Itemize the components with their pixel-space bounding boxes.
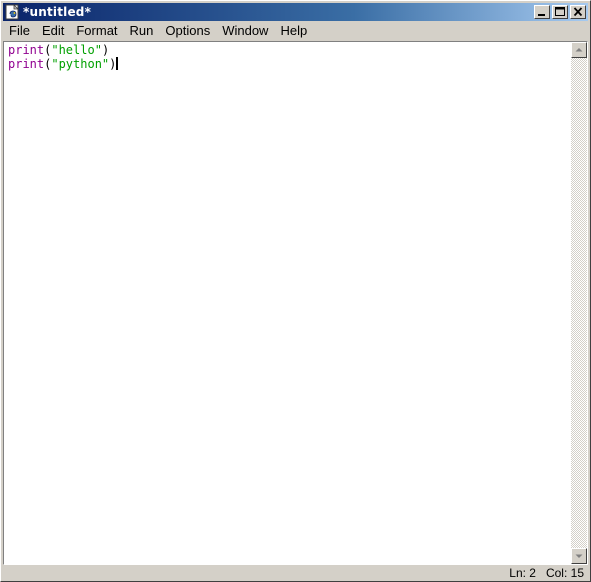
column-number: Col: 15 bbox=[545, 566, 584, 580]
scroll-down-button[interactable] bbox=[571, 548, 587, 564]
idle-editor-window: *untitled* File Edit Format Run Options … bbox=[0, 0, 591, 582]
python-idle-icon bbox=[5, 4, 19, 20]
menu-window[interactable]: Window bbox=[216, 21, 274, 40]
close-paren: ) bbox=[109, 57, 117, 71]
string-literal: "hello" bbox=[51, 43, 102, 57]
scroll-up-button[interactable] bbox=[571, 42, 587, 58]
maximize-button[interactable] bbox=[552, 5, 568, 19]
menu-help[interactable]: Help bbox=[274, 21, 313, 40]
code-line-1[interactable]: print("hello") bbox=[8, 43, 571, 57]
minimize-icon bbox=[538, 14, 545, 16]
maximize-icon bbox=[555, 7, 565, 16]
menu-bar: File Edit Format Run Options Window Help bbox=[3, 21, 588, 40]
close-button[interactable] bbox=[570, 5, 586, 19]
menu-options[interactable]: Options bbox=[159, 21, 216, 40]
editor-frame: print("hello") print("python") bbox=[3, 41, 588, 565]
menu-file[interactable]: File bbox=[3, 21, 36, 40]
menu-format[interactable]: Format bbox=[70, 21, 123, 40]
code-editor[interactable]: print("hello") print("python") bbox=[4, 42, 571, 564]
builtin-keyword: print bbox=[8, 43, 45, 57]
close-paren: ) bbox=[101, 43, 110, 57]
string-literal: "python" bbox=[51, 57, 110, 71]
window-title: *untitled* bbox=[23, 5, 92, 19]
text-cursor bbox=[116, 57, 119, 70]
line-number: Ln: 2 bbox=[509, 566, 536, 580]
close-icon bbox=[573, 7, 583, 17]
cursor-position: Ln: 2 Col: 15 bbox=[509, 565, 584, 581]
arrow-down-icon bbox=[575, 554, 583, 558]
window-controls bbox=[534, 5, 586, 19]
vertical-scrollbar[interactable] bbox=[571, 42, 587, 564]
minimize-button[interactable] bbox=[534, 5, 550, 19]
menu-run[interactable]: Run bbox=[124, 21, 160, 40]
builtin-keyword: print bbox=[8, 57, 45, 71]
status-bar: Ln: 2 Col: 15 bbox=[3, 565, 588, 581]
arrow-up-icon bbox=[575, 48, 583, 52]
menu-edit[interactable]: Edit bbox=[36, 21, 70, 40]
title-bar[interactable]: *untitled* bbox=[3, 3, 588, 21]
code-line-2[interactable]: print("python") bbox=[8, 57, 571, 71]
